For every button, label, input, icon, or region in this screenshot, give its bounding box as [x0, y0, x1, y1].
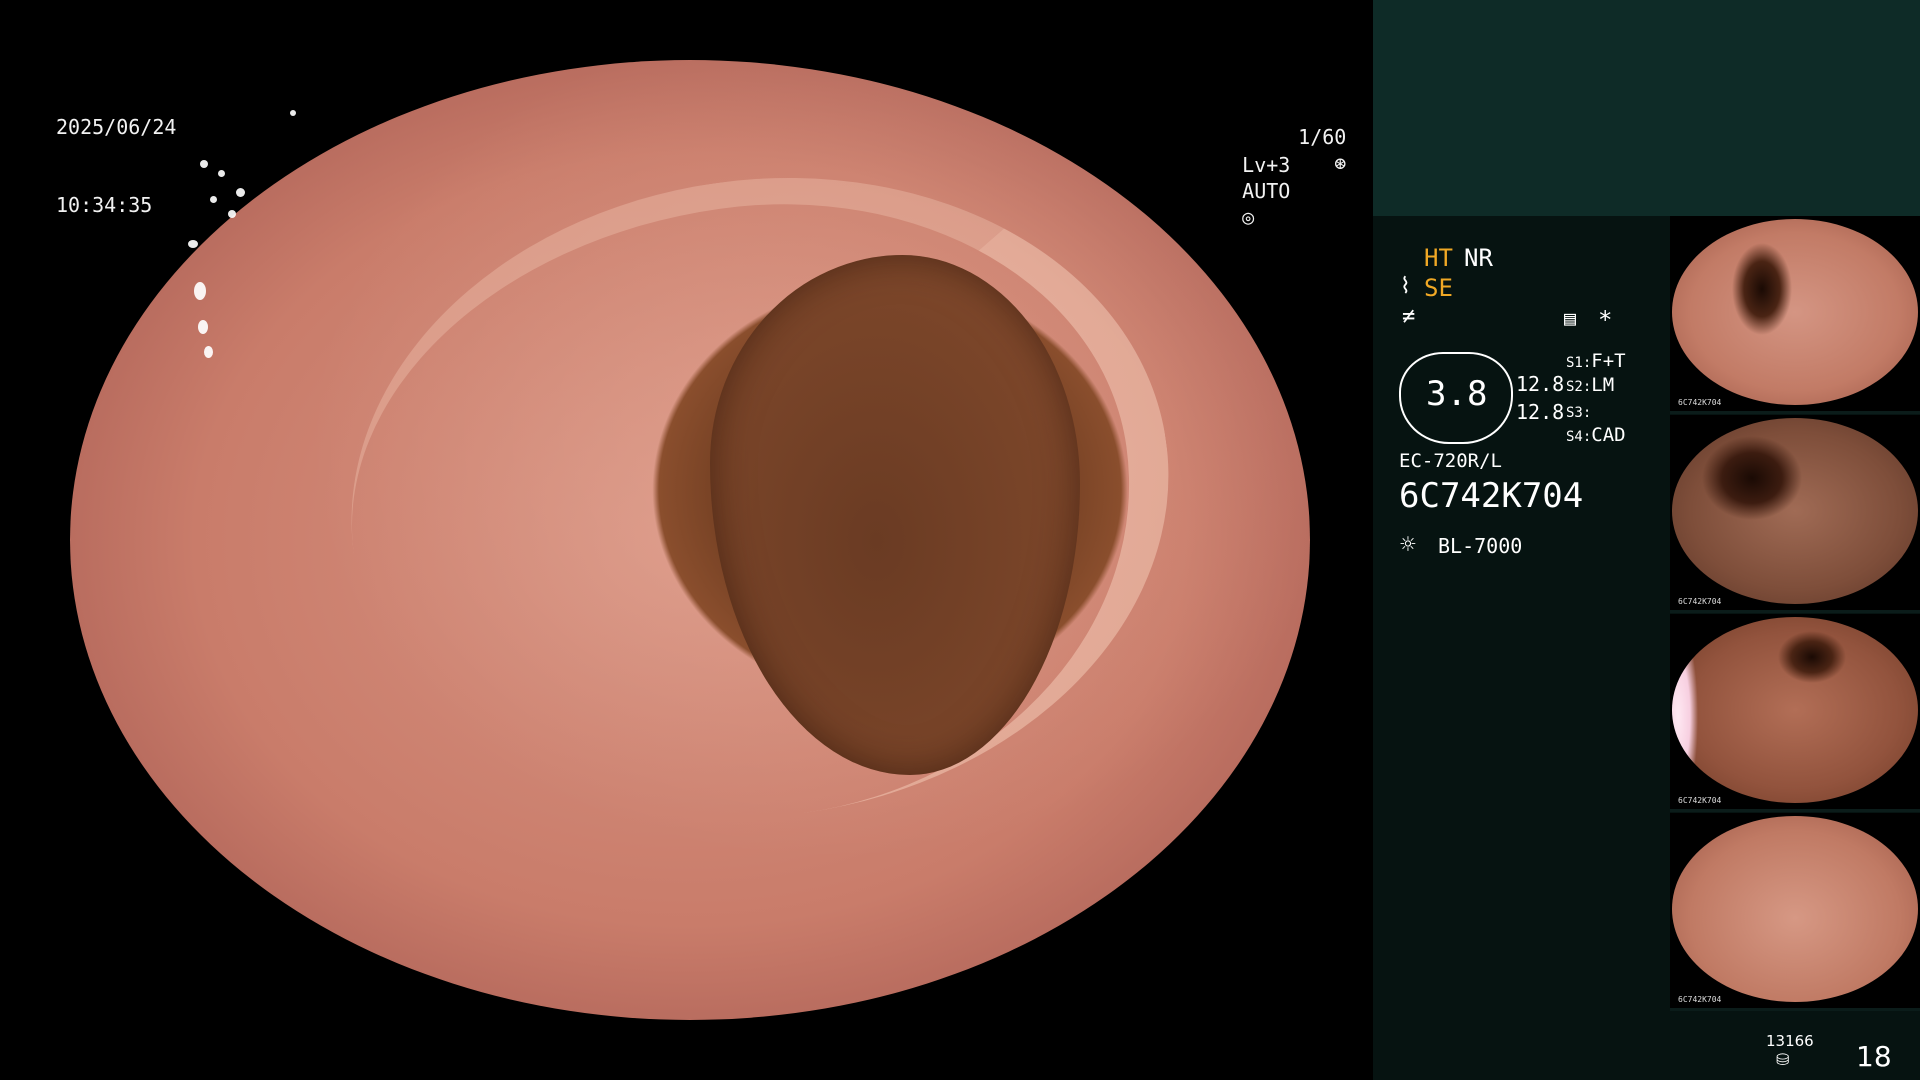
switch-s1: S1:F+T	[1566, 350, 1626, 372]
thumbnail-4[interactable]: 6C742K704	[1670, 813, 1920, 1011]
thumbnail-image	[1672, 617, 1918, 803]
sun-icon: ☼	[1400, 530, 1416, 560]
scope-serial: 6C742K704	[1399, 476, 1584, 516]
switch-s4-value: CAD	[1591, 424, 1626, 446]
ht-indicator: HT	[1424, 244, 1453, 272]
scope-model: EC-720R/L	[1399, 450, 1502, 472]
switch-s1-value: F+T	[1591, 350, 1626, 372]
thumbnail-image	[1672, 219, 1918, 405]
switch-s1-label: S1:	[1566, 355, 1592, 371]
panel-header-area	[1373, 0, 1920, 216]
memo-icon: ▤	[1564, 306, 1577, 330]
thumbnail-2[interactable]: 6C742K704	[1670, 415, 1920, 613]
specular-highlight	[236, 188, 245, 197]
thumbnail-caption: 6C742K704	[1678, 995, 1722, 1004]
specular-highlight	[290, 110, 296, 116]
endoscopic-image	[70, 60, 1310, 1020]
aperture-icon: ⊛	[1334, 151, 1347, 175]
light-source: BL-7000	[1438, 534, 1523, 558]
date-time-display: 2025/06/24 10:34:35	[56, 62, 176, 270]
iris-icon: ◎	[1242, 205, 1255, 229]
switch-s2-label: S2:	[1566, 379, 1592, 395]
switch-s3: S3:	[1566, 400, 1591, 422]
shutter-text: 1/60	[1298, 125, 1347, 149]
star-indicator: *	[1598, 306, 1613, 334]
switch-s4-label: S4:	[1566, 429, 1592, 445]
switch-s3-label: S3:	[1566, 405, 1592, 421]
thumbnail-image	[1672, 816, 1918, 1002]
specular-highlight	[200, 160, 208, 168]
wave-icon: ⌇	[1400, 274, 1411, 299]
thumbnail-image	[1672, 418, 1918, 604]
endoscope-view: 2025/06/24 10:34:35 1/60 ⊛ Lv+3 AUTO ◎	[0, 0, 1373, 1080]
specular-highlight	[194, 282, 206, 300]
specular-highlight	[198, 320, 208, 334]
disk-stack-icon: ⛁	[1776, 1050, 1790, 1069]
thumbnail-3[interactable]: 6C742K704	[1670, 614, 1920, 812]
value-lower: 12.8	[1516, 400, 1565, 424]
thumbnail-caption: 6C742K704	[1678, 796, 1722, 805]
switch-s2: S2:LM	[1566, 374, 1614, 396]
exposure-display: Lv+3 AUTO ◎	[1194, 126, 1290, 256]
zoom-value: 3.8	[1426, 374, 1488, 414]
switch-s2-value: LM	[1591, 374, 1615, 396]
specular-highlight	[204, 346, 213, 358]
value-upper: 12.8	[1516, 372, 1565, 396]
level-text: Lv+3	[1242, 153, 1291, 177]
switch-s4: S4:CAD	[1566, 424, 1626, 446]
iris-mode-text: AUTO	[1242, 179, 1291, 203]
specular-highlight	[218, 170, 225, 177]
storage-count: 13166	[1766, 1032, 1814, 1050]
thumbnail-1[interactable]: 6C742K704	[1670, 216, 1920, 414]
time-text: 10:34:35	[56, 193, 153, 217]
no-equal-icon: ≠	[1402, 304, 1416, 329]
se-indicator: SE	[1424, 274, 1453, 302]
nr-indicator: NR	[1464, 244, 1493, 272]
image-count: 18	[1856, 1040, 1892, 1073]
specular-highlight	[188, 240, 198, 248]
thumbnail-caption: 6C742K704	[1678, 398, 1722, 407]
specular-highlight	[210, 196, 217, 203]
date-text: 2025/06/24	[56, 115, 177, 139]
thumbnail-caption: 6C742K704	[1678, 597, 1722, 606]
specular-highlight	[228, 210, 236, 218]
